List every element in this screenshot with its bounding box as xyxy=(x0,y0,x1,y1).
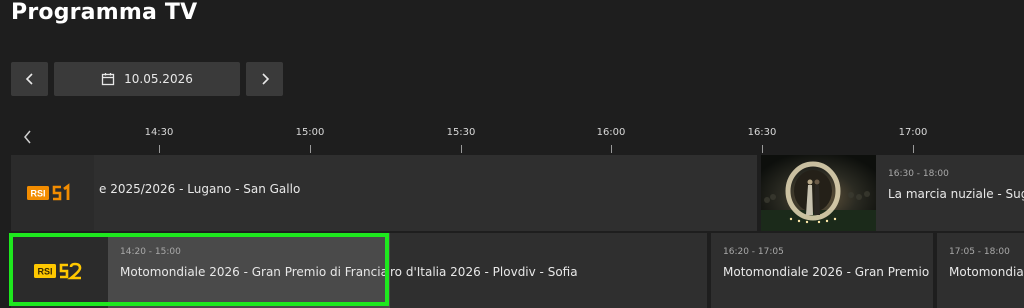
tick-mark xyxy=(913,145,914,153)
program-cell-focused[interactable]: 14:20 - 15:00 Motomondiale 2026 - Gran P… xyxy=(108,233,390,308)
time-tick: 15:30 xyxy=(446,127,476,138)
program-time: 16:30 - 18:00 xyxy=(888,169,949,179)
program-cell[interactable]: 16:30 - 18:00 La marcia nuziale - Sugo xyxy=(876,155,1024,231)
program-cell[interactable]: 16:20 - 17:05 Motomondiale 2026 - Gran P… xyxy=(711,233,933,308)
program-title: ro d'Italia 2026 - Plovdiv - Sofia xyxy=(390,265,578,279)
rsi-logo-text: RSI xyxy=(30,189,45,199)
chevron-right-icon xyxy=(261,73,269,85)
date-label: 10.05.2026 xyxy=(124,72,193,86)
time-tick: 17:00 xyxy=(898,127,928,138)
program-cell[interactable]: e 2025/2026 - Lugano - San Gallo xyxy=(94,155,757,231)
chevron-left-icon xyxy=(24,130,31,144)
tick-mark xyxy=(461,145,462,153)
channel-logo-rsi-la-1[interactable]: RSI xyxy=(11,155,94,231)
wedding-thumbnail-image xyxy=(761,155,876,231)
channel-logo-rsi-la-2[interactable]: RSI xyxy=(11,233,108,308)
program-time: 17:05 - 18:00 xyxy=(949,247,1010,257)
time-tick: 16:30 xyxy=(747,127,777,138)
program-title: Motomondiale 2026 - Gran Premio d xyxy=(723,265,933,279)
program-thumbnail xyxy=(761,155,876,231)
previous-day-button[interactable] xyxy=(11,62,48,96)
time-tick: 16:00 xyxy=(596,127,626,138)
program-time: 14:20 - 15:00 xyxy=(120,247,181,257)
program-cell[interactable]: 17:05 - 18:00 Motomondiale xyxy=(937,233,1024,308)
time-tick: 15:00 xyxy=(295,127,325,138)
tick-mark xyxy=(762,145,763,153)
calendar-icon xyxy=(101,73,115,86)
timeline-scroll-back-button[interactable] xyxy=(20,128,36,146)
program-cell[interactable]: ro d'Italia 2026 - Plovdiv - Sofia xyxy=(390,233,707,308)
date-picker-button[interactable]: 10.05.2026 xyxy=(54,62,240,96)
rsi-la-1-logo-icon: RSI xyxy=(26,183,69,201)
program-title: Motomondiale 2026 - Gran Premio di Franc… xyxy=(120,265,388,279)
page-title: Programma TV xyxy=(11,0,198,25)
program-title: Motomondiale xyxy=(949,265,1024,279)
channel-row-rsi-la-2: RSI 14:20 - 15:00 Motomondiale 2026 - Gr… xyxy=(11,233,1024,308)
program-time: 16:20 - 17:05 xyxy=(723,247,784,257)
rsi-la-2-logo-icon: RSI xyxy=(33,262,81,280)
next-day-button[interactable] xyxy=(246,62,283,96)
channel-row-rsi-la-1: RSI e 2025/2026 - Lugano - San Gallo 16:… xyxy=(11,155,1024,231)
tick-mark xyxy=(310,145,311,153)
tick-mark xyxy=(611,145,612,153)
time-tick: 14:30 xyxy=(144,127,174,138)
rsi-logo-text: RSI xyxy=(37,267,52,277)
program-title: e 2025/2026 - Lugano - San Gallo xyxy=(99,182,301,196)
program-title: La marcia nuziale - Sugo xyxy=(888,187,1024,201)
tick-mark xyxy=(159,145,160,153)
chevron-left-icon xyxy=(25,73,33,85)
